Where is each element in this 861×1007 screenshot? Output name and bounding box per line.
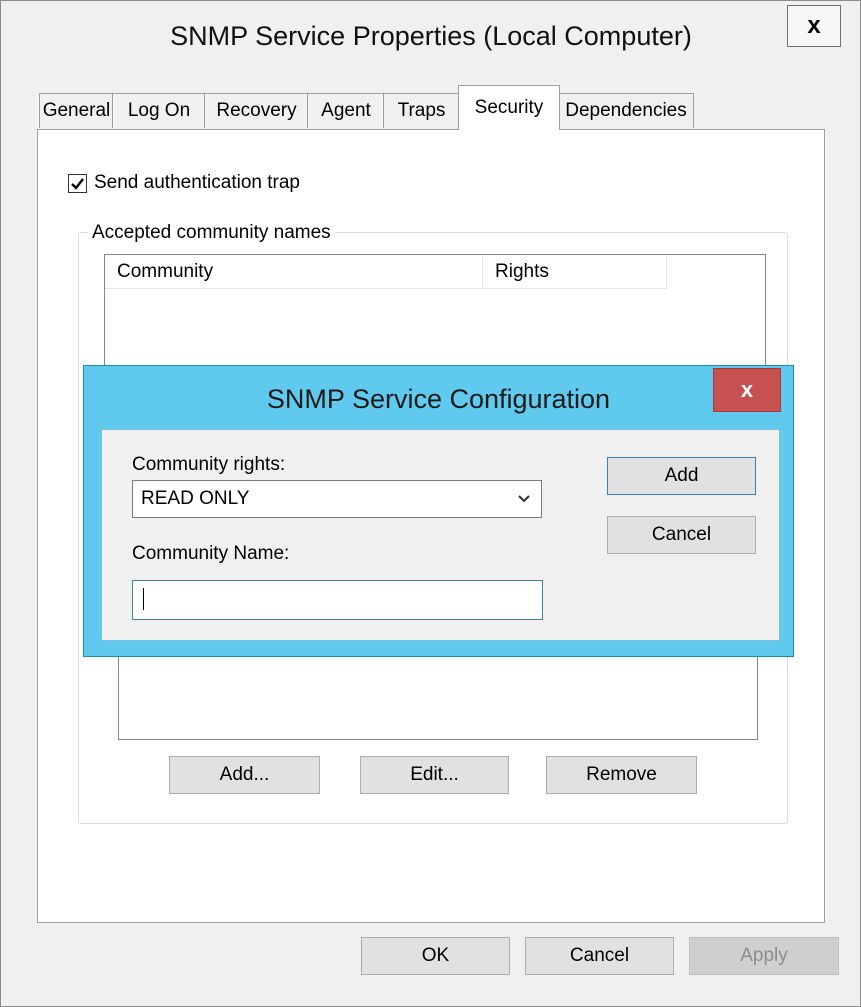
- column-header-rights[interactable]: Rights: [483, 255, 667, 289]
- community-name-input[interactable]: [132, 580, 543, 620]
- tab-log-on[interactable]: Log On: [112, 93, 206, 128]
- dialog-body: Community rights: READ ONLY Community Na…: [101, 429, 780, 641]
- dialog-close-button[interactable]: x: [713, 368, 781, 412]
- cancel-button[interactable]: Cancel: [525, 937, 674, 975]
- tab-general[interactable]: General: [39, 93, 114, 128]
- tab-recovery[interactable]: Recovery: [204, 93, 309, 128]
- community-name-label: Community Name:: [132, 543, 290, 564]
- apply-button[interactable]: Apply: [689, 937, 839, 975]
- dialog-add-button[interactable]: Add: [607, 457, 756, 495]
- snmp-service-configuration-dialog: SNMP Service Configuration x Community r…: [83, 365, 794, 657]
- send-auth-trap-checkbox[interactable]: [68, 173, 87, 193]
- text-caret: [143, 588, 144, 610]
- community-rights-select[interactable]: READ ONLY: [132, 480, 542, 518]
- close-icon: x: [740, 377, 754, 402]
- window-close-button[interactable]: x: [787, 5, 841, 47]
- send-auth-trap-label: Send authentication trap: [94, 172, 300, 193]
- send-auth-trap-checkbox-row[interactable]: Send authentication trap: [68, 172, 300, 194]
- dialog-cancel-button[interactable]: Cancel: [607, 516, 756, 554]
- tab-security[interactable]: Security: [458, 85, 560, 130]
- tab-traps[interactable]: Traps: [383, 93, 460, 128]
- ok-button[interactable]: OK: [361, 937, 510, 975]
- add-community-button[interactable]: Add...: [169, 756, 320, 794]
- checkmark-icon: [71, 177, 84, 190]
- column-header-community[interactable]: Community: [105, 255, 483, 289]
- edit-community-button[interactable]: Edit...: [360, 756, 509, 794]
- accepted-communities-legend: Accepted community names: [88, 222, 335, 244]
- community-rights-value: READ ONLY: [141, 488, 250, 509]
- tab-dependencies[interactable]: Dependencies: [558, 93, 694, 128]
- dialog-title: SNMP Service Configuration: [266, 384, 611, 414]
- window-title: SNMP Service Properties (Local Computer): [170, 21, 692, 51]
- tab-agent[interactable]: Agent: [307, 93, 385, 128]
- close-icon: x: [807, 12, 821, 39]
- community-rights-label: Community rights:: [132, 454, 286, 475]
- chevron-down-icon: [518, 495, 530, 503]
- remove-community-button[interactable]: Remove: [546, 756, 697, 794]
